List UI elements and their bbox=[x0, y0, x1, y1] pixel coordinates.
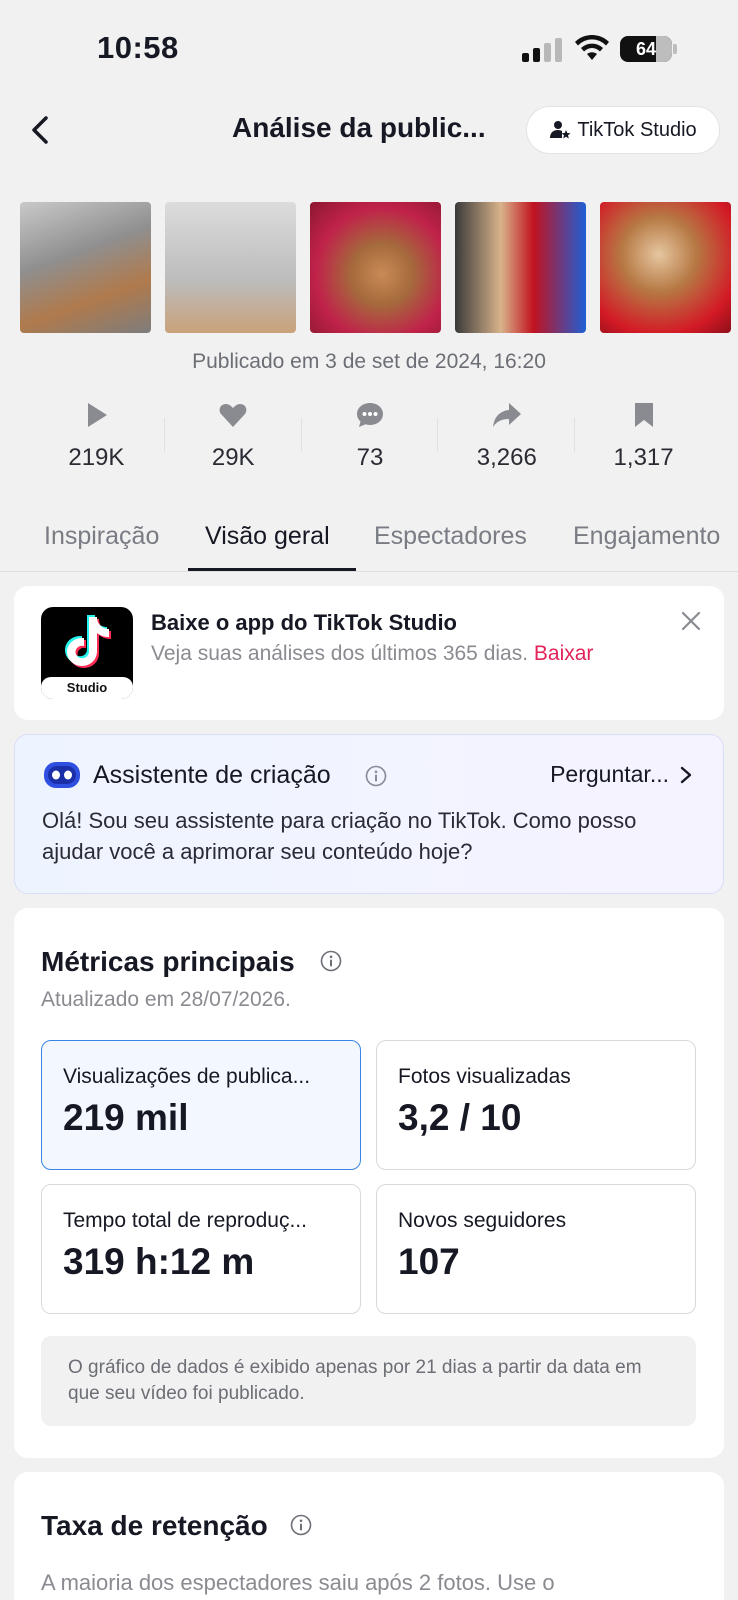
ask-button[interactable]: Perguntar... bbox=[550, 761, 693, 788]
stat-saves: 1,317 bbox=[575, 400, 712, 472]
metric-new-followers[interactable]: Novos seguidores 107 bbox=[376, 1184, 696, 1314]
tab-engajamento[interactable]: Engajamento bbox=[573, 522, 720, 551]
close-icon[interactable] bbox=[680, 610, 702, 632]
tab-inspiracao[interactable]: Inspiração bbox=[44, 522, 159, 551]
analytics-tabs: Inspiração Visão geral Espectadores Enga… bbox=[0, 506, 738, 572]
wifi-icon bbox=[575, 34, 609, 60]
stat-likes-value: 29K bbox=[211, 444, 255, 471]
stat-shares-value: 3,266 bbox=[476, 444, 537, 471]
stat-saves-value: 1,317 bbox=[613, 444, 674, 471]
metric-label: Fotos visualizadas bbox=[398, 1065, 571, 1088]
tiktok-studio-app-icon: Studio bbox=[41, 607, 133, 699]
ask-label: Perguntar... bbox=[550, 761, 669, 787]
play-icon bbox=[88, 403, 108, 427]
retention-card: Taxa de retenção A maioria dos espectado… bbox=[14, 1472, 724, 1600]
metric-value: 319 h:12 m bbox=[63, 1241, 255, 1282]
user-star-icon bbox=[550, 121, 571, 139]
metric-label: Novos seguidores bbox=[398, 1209, 567, 1232]
metric-post-views[interactable]: Visualizações de publica... 219 mil bbox=[41, 1040, 361, 1170]
metric-value: 3,2 / 10 bbox=[398, 1097, 522, 1138]
stat-plays: 219K bbox=[28, 400, 165, 472]
photo-thumbnail[interactable] bbox=[165, 202, 296, 333]
page-title: Análise da public... bbox=[232, 112, 486, 143]
battery-icon: 64 bbox=[620, 36, 672, 62]
post-stats: 219K 29K 73 3,266 1,317 bbox=[28, 400, 712, 472]
metric-label: Visualizações de publica... bbox=[63, 1065, 311, 1088]
tiktok-studio-label: TikTok Studio bbox=[577, 118, 697, 141]
status-bar: 10:58 64 bbox=[0, 0, 738, 100]
stat-shares: 3,266 bbox=[438, 400, 575, 472]
back-arrow-icon[interactable] bbox=[22, 110, 58, 150]
tiktok-studio-button[interactable]: TikTok Studio bbox=[526, 106, 720, 154]
photo-thumbnail[interactable] bbox=[20, 202, 151, 333]
retention-title: Taxa de retenção bbox=[41, 1510, 268, 1541]
assistant-message: Olá! Sou seu assistente para criação no … bbox=[42, 808, 637, 864]
metric-total-play-time[interactable]: Tempo total de reproduç... 319 h:12 m bbox=[41, 1184, 361, 1314]
stat-comments: 73 bbox=[302, 400, 439, 472]
download-title: Baixe o app do TikTok Studio bbox=[151, 610, 457, 635]
metric-photos-viewed[interactable]: Fotos visualizadas 3,2 / 10 bbox=[376, 1040, 696, 1170]
bookmark-icon bbox=[634, 403, 653, 427]
metrics-title: Métricas principais bbox=[41, 946, 295, 977]
info-icon[interactable] bbox=[320, 950, 342, 972]
retention-summary: A maioria dos espectadores saiu após 2 f… bbox=[41, 1570, 555, 1595]
cellular-signal-icon bbox=[522, 38, 564, 62]
assistant-title: Assistente de criação bbox=[93, 761, 331, 789]
tab-espectadores[interactable]: Espectadores bbox=[374, 522, 527, 551]
photo-thumbnail[interactable] bbox=[310, 202, 441, 333]
stat-comments-value: 73 bbox=[356, 444, 384, 471]
assistant-bot-icon bbox=[44, 762, 80, 788]
heart-icon bbox=[219, 404, 247, 427]
comment-icon bbox=[356, 403, 383, 427]
metric-value: 107 bbox=[398, 1241, 460, 1282]
status-time: 10:58 bbox=[97, 30, 179, 65]
app-icon-label: Studio bbox=[41, 677, 133, 699]
battery-level: 64 bbox=[635, 39, 657, 59]
info-icon[interactable] bbox=[365, 765, 387, 787]
active-tab-indicator bbox=[188, 568, 356, 571]
stat-plays-value: 219K bbox=[68, 444, 125, 471]
photo-thumbnails bbox=[20, 202, 731, 333]
creation-assistant-card[interactable]: Assistente de criação Perguntar... Olá! … bbox=[14, 734, 724, 894]
download-subtitle-text: Veja suas análises dos últimos 365 dias. bbox=[151, 642, 529, 665]
tab-visao-geral[interactable]: Visão geral bbox=[205, 522, 330, 551]
metric-value: 219 mil bbox=[63, 1097, 189, 1138]
published-date: Publicado em 3 de set de 2024, 16:20 bbox=[192, 350, 546, 373]
download-link[interactable]: Baixar bbox=[534, 642, 594, 665]
photo-thumbnail[interactable] bbox=[600, 202, 731, 333]
metrics-updated: Atualizado em 28/07/2026. bbox=[41, 988, 291, 1011]
key-metrics-card: Métricas principais Atualizado em 28/07/… bbox=[14, 908, 724, 1458]
stat-likes: 29K bbox=[165, 400, 302, 472]
share-arrow-icon bbox=[492, 403, 521, 427]
download-studio-banner: Studio Baixe o app do TikTok Studio Veja… bbox=[14, 586, 724, 720]
metric-label: Tempo total de reproduç... bbox=[63, 1209, 307, 1232]
download-subtitle: Veja suas análises dos últimos 365 dias.… bbox=[151, 642, 593, 666]
tiktok-logo-icon bbox=[65, 615, 111, 668]
chart-availability-note: O gráfico de dados é exibido apenas por … bbox=[41, 1336, 696, 1426]
chevron-right-icon bbox=[680, 766, 692, 783]
photo-thumbnail[interactable] bbox=[455, 202, 586, 333]
info-icon[interactable] bbox=[290, 1514, 312, 1536]
